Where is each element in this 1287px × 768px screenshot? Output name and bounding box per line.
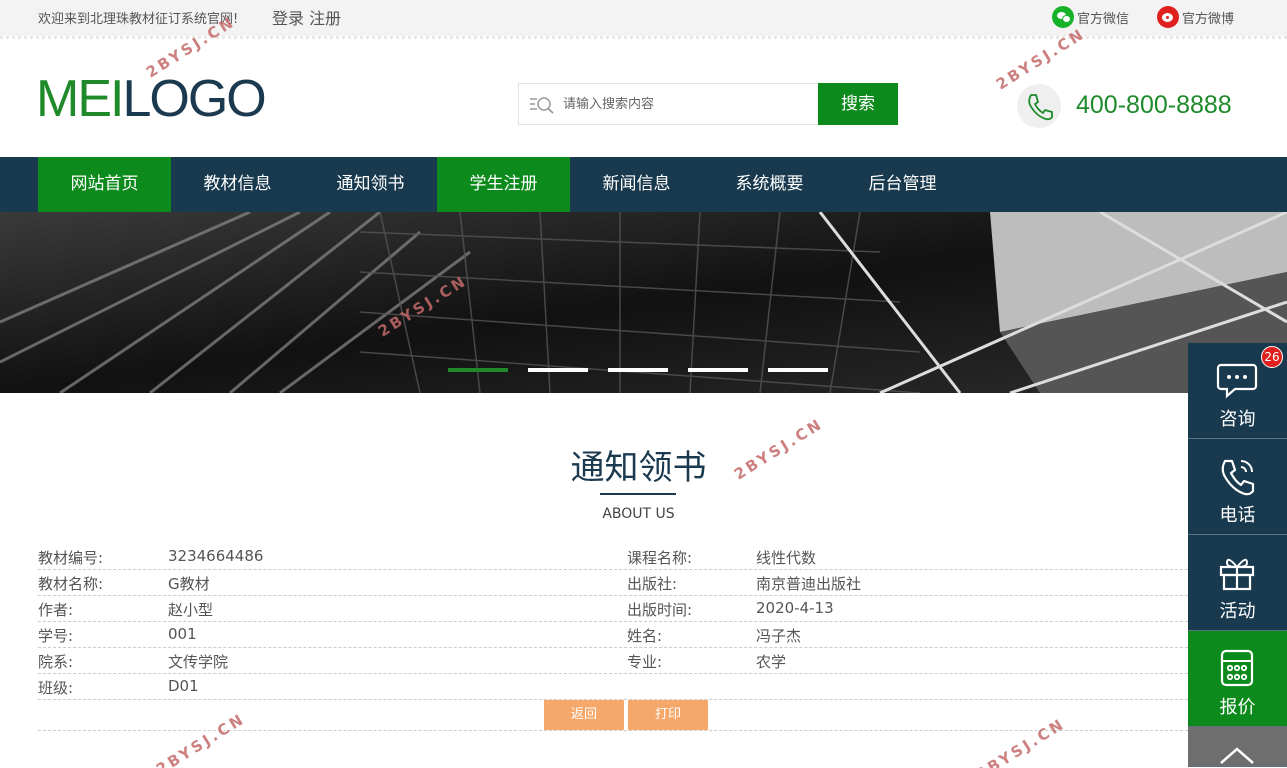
field-value: D01 (168, 677, 199, 695)
table-row: 作者: 赵小型 出版时间: 2020-4-13 (38, 596, 1188, 622)
field-label: 出版时间: (627, 601, 693, 619)
weibo-link[interactable]: 官方微博 (1157, 6, 1234, 28)
wechat-link[interactable]: 官方微信 (1052, 6, 1129, 28)
consult-button[interactable]: 咨询 26 (1188, 343, 1287, 439)
field-value: 南京普迪出版社 (756, 575, 862, 593)
section-subtitle: ABOUT US (602, 506, 675, 522)
phone-call-icon (1221, 459, 1255, 496)
phone-icon (1017, 84, 1061, 128)
table-row: 院系: 文传学院 专业: 农学 (38, 648, 1188, 674)
floating-sidebar: 咨询 26 电话 活动 报价 (1188, 343, 1287, 767)
back-button[interactable]: 返回 (544, 700, 624, 730)
banner-dot[interactable] (528, 368, 588, 372)
wechat-label: 官方微信 (1077, 11, 1130, 27)
field-value: 冯子杰 (756, 627, 802, 645)
table-row: 教材名称: G教材 出版社: 南京普迪出版社 (38, 570, 1188, 596)
nav-item-home[interactable]: 网站首页 (38, 157, 171, 212)
field-label: 姓名: (627, 627, 663, 645)
wechat-icon (1052, 6, 1074, 28)
weibo-label: 官方微博 (1182, 11, 1235, 27)
search-icon (530, 97, 554, 114)
weibo-icon (1157, 6, 1179, 28)
table-row: 班级: D01 (38, 674, 1188, 700)
banner-dot[interactable] (608, 368, 668, 372)
logo-text-mei: MEI (36, 70, 124, 128)
nav-item-admin[interactable]: 后台管理 (836, 157, 969, 212)
calculator-icon (1220, 649, 1254, 687)
section-title: 通知领书 (570, 448, 707, 488)
activity-label: 活动 (1219, 601, 1256, 622)
section-title-underline (600, 493, 676, 495)
field-value: 2020-4-13 (756, 599, 834, 617)
phone-label: 电话 (1219, 505, 1256, 526)
field-label: 院系: (38, 653, 74, 671)
gift-icon (1219, 558, 1255, 591)
auth-links: 登录 注册 (272, 5, 341, 29)
field-label: 专业: (627, 653, 663, 671)
login-link[interactable]: 登录 (272, 9, 304, 28)
banner-dot[interactable] (448, 368, 508, 372)
quote-label: 报价 (1219, 697, 1256, 718)
chevron-up-icon (1220, 747, 1254, 764)
logo-text-logo: LOGO (122, 70, 266, 128)
banner-dot[interactable] (688, 368, 748, 372)
activity-button[interactable]: 活动 (1188, 535, 1287, 631)
field-value: 农学 (756, 653, 787, 671)
field-value: 001 (168, 625, 197, 643)
field-label: 出版社: (627, 575, 678, 593)
hero-banner (0, 212, 1287, 393)
nav-item-overview[interactable]: 系统概要 (703, 157, 836, 212)
field-label: 教材名称: (38, 575, 104, 593)
field-label: 作者: (38, 601, 74, 619)
main-nav: 网站首页 教材信息 通知领书 学生注册 新闻信息 系统概要 后台管理 (0, 157, 1287, 212)
banner-dot[interactable] (768, 368, 828, 372)
field-label: 课程名称: (627, 549, 693, 567)
field-value: 线性代数 (756, 549, 817, 567)
search-box: 搜索 (518, 83, 898, 125)
consult-badge: 26 (1261, 346, 1283, 368)
nav-item-student-register[interactable]: 学生注册 (437, 157, 570, 212)
field-label: 班级: (38, 679, 74, 697)
field-value: G教材 (168, 575, 210, 593)
notice-detail-table: 教材编号: 3234664486 课程名称: 线性代数 教材名称: G教材 出版… (38, 544, 1188, 700)
table-row: 学号: 001 姓名: 冯子杰 (38, 622, 1188, 648)
top-bar: 欢迎来到北理珠教材征订系统官网! 登录 注册 官方微信 官方微博 (0, 0, 1287, 36)
field-label: 学号: (38, 627, 74, 645)
back-to-top-button[interactable] (1188, 727, 1287, 767)
phone-number: 400-800-8888 (1076, 91, 1232, 119)
banner-image (0, 212, 1287, 393)
field-label: 教材编号: (38, 549, 104, 567)
nav-item-notice[interactable]: 通知领书 (304, 157, 437, 212)
quote-button[interactable]: 报价 (1188, 631, 1287, 727)
field-value: 3234664486 (168, 547, 264, 565)
chat-icon (1216, 363, 1258, 399)
search-button[interactable]: 搜索 (818, 83, 898, 125)
site-logo[interactable]: MEILOGO (36, 70, 267, 128)
field-value: 文传学院 (168, 653, 229, 671)
search-input[interactable] (563, 92, 813, 116)
phone-button[interactable]: 电话 (1188, 439, 1287, 535)
field-value: 赵小型 (168, 601, 214, 619)
nav-item-news[interactable]: 新闻信息 (570, 157, 703, 212)
banner-pagination (448, 368, 848, 372)
table-row: 教材编号: 3234664486 课程名称: 线性代数 (38, 544, 1188, 570)
nav-item-textbook-info[interactable]: 教材信息 (171, 157, 304, 212)
page: 欢迎来到北理珠教材征订系统官网! 登录 注册 官方微信 官方微博 MEILOGO (0, 0, 1287, 768)
register-link[interactable]: 注册 (309, 9, 341, 28)
consult-label: 咨询 (1219, 409, 1256, 430)
print-button[interactable]: 打印 (628, 700, 708, 730)
